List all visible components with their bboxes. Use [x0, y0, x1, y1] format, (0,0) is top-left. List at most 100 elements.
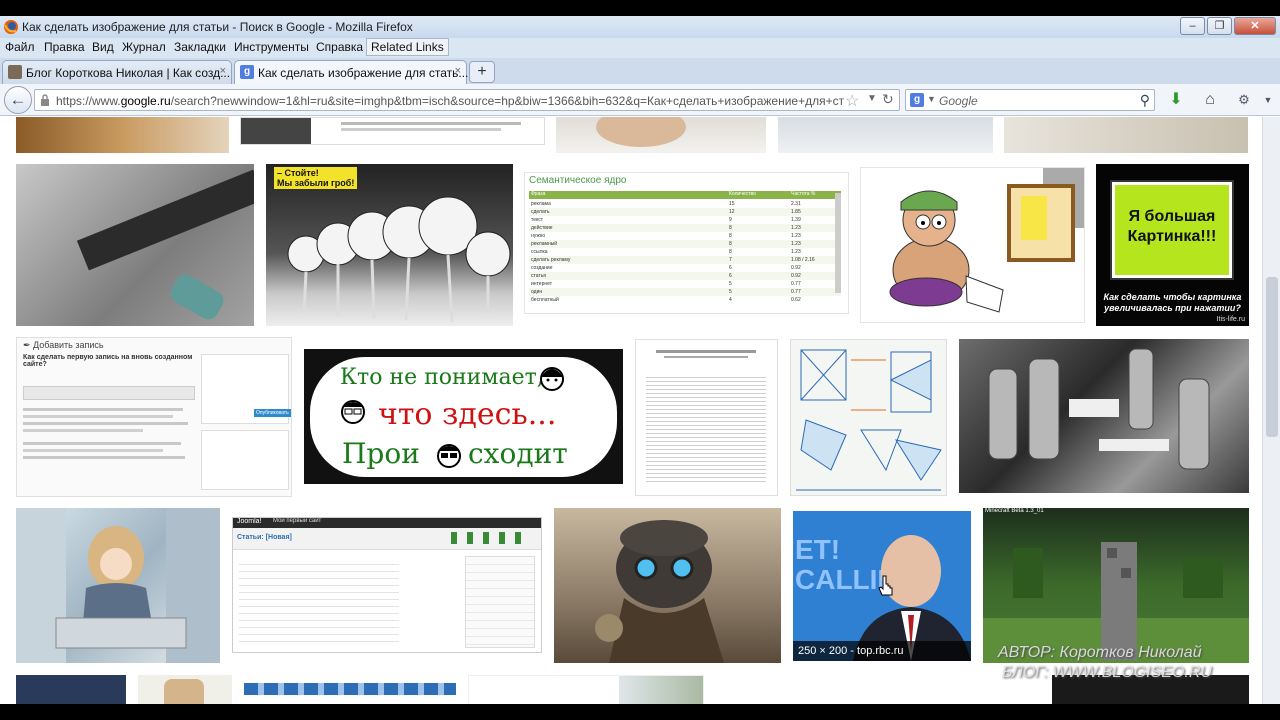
joomla-logo: Joomla! — [237, 518, 262, 525]
image-result-semantic-core[interactable]: Семантическое ядро Фраза Количество Част… — [524, 172, 849, 314]
home-icon[interactable]: ⌂ — [1200, 90, 1220, 110]
image-result-office[interactable] — [1004, 117, 1248, 153]
image-result-hand[interactable] — [556, 117, 766, 153]
text-line — [341, 128, 501, 131]
table-header-cell: Частота % — [791, 191, 816, 197]
minecraft-version: Minecraft Beta 1.3_01 — [985, 508, 1044, 514]
blue-structure — [244, 683, 456, 695]
image-result-minecraft[interactable]: Minecraft Beta 1.3_01 — [983, 508, 1249, 663]
table-cell: один — [531, 289, 543, 295]
image-result-beige[interactable] — [138, 675, 232, 704]
bookmark-star-icon[interactable]: ☆ — [845, 91, 859, 111]
table-row: бесплатный 4 0.62 — [529, 296, 841, 304]
sign-line-3b: сходит — [468, 437, 568, 470]
google-favicon: g — [240, 65, 254, 79]
close-tab-icon[interactable]: × — [220, 65, 226, 77]
text-line — [656, 350, 756, 353]
table-cell: 1.23 — [791, 225, 801, 231]
image-result-building[interactable] — [468, 675, 704, 704]
image-result-sign[interactable]: Кто не понимает, что здесь... Прои сходи… — [304, 349, 623, 484]
image-result-circuit-board[interactable] — [959, 339, 1249, 493]
image-result-kite-drawing[interactable] — [790, 339, 947, 496]
image-result-article-page[interactable] — [635, 339, 778, 496]
image-result-keyboard[interactable] — [778, 117, 993, 153]
image-result-robot-figure[interactable] — [554, 508, 781, 663]
table-cell: 0.92 — [791, 273, 801, 279]
table-header-cell: Фраза — [531, 191, 546, 197]
browser-window: Как сделать изображение для статьи - Пои… — [0, 0, 1280, 720]
url-text: https://www.google.ru/search?newwindow=1… — [56, 94, 844, 108]
table-row: нужно 8 1.23 — [529, 232, 841, 240]
table-row: текст 9 1.39 — [529, 216, 841, 224]
watermark-author: АВТОР: Коротков Николай — [998, 644, 1202, 661]
face-icon — [341, 400, 365, 424]
maximize-button[interactable]: ❐ — [1207, 17, 1232, 35]
table-cell: рекламный — [531, 241, 558, 247]
table-cell: 9 — [729, 217, 732, 223]
table-row: интернет 5 0.77 — [529, 280, 841, 288]
table-cell: создание — [531, 265, 553, 271]
book-spine — [76, 169, 254, 271]
menu-edit[interactable]: Правка — [44, 40, 85, 54]
hand-shape — [596, 117, 686, 147]
joomla-toolbar: Статьи: [Новая] — [233, 528, 541, 550]
menu-view[interactable]: Вид — [92, 40, 114, 54]
table-cell: реклама — [531, 201, 551, 207]
download-icon[interactable]: ⬇ — [1166, 90, 1186, 110]
search-icon[interactable]: ⚲ — [1140, 92, 1150, 109]
watermark: АВТОР: Коротков Николай БЛОГ: WWW.BLOGIS… — [998, 643, 1212, 683]
chevron-down-icon[interactable]: ▼ — [867, 93, 877, 104]
address-bar[interactable]: https://www.google.ru/search?newwindow=1… — [34, 89, 900, 111]
image-result-wordpress-editor[interactable]: ✒ Добавить запись Как сделать первую зап… — [16, 337, 292, 497]
scrollbar-thumb[interactable] — [1266, 277, 1278, 437]
image-result-joomla-admin[interactable]: Joomla! Мой первый сайт Статьи: [Новая] — [232, 517, 542, 653]
close-tab-icon[interactable]: × — [455, 65, 461, 77]
tab-label: Как сделать изображение для стать... — [258, 66, 469, 80]
image-result-usb-device[interactable] — [16, 164, 254, 326]
letterbox-top — [0, 0, 1280, 16]
chevron-down-icon[interactable]: ▼ — [1258, 90, 1278, 110]
table-row: рекламный 8 1.23 — [529, 240, 841, 248]
watermark-blog: БЛОГ: WWW.BLOGISEO.RU — [1002, 664, 1212, 681]
tab-blog[interactable]: Блог Короткова Николая | Как созд... × — [2, 60, 232, 84]
menu-related-links[interactable]: Related Links — [366, 38, 449, 56]
chevron-down-icon[interactable]: ▼ — [927, 94, 936, 104]
sign-line-3a: Прои — [342, 437, 420, 470]
image-result-document-top[interactable] — [240, 117, 545, 145]
image-result-clock-dancers[interactable]: – Стойте! Мы забыли гроб! — [266, 164, 513, 326]
menu-tools[interactable]: Инструменты — [234, 40, 309, 54]
tab-google-search[interactable]: g Как сделать изображение для стать... × — [234, 60, 469, 85]
image-result-desk[interactable] — [16, 117, 229, 153]
new-tab-button[interactable]: + — [469, 61, 495, 83]
addon-icon[interactable]: ⚙ — [1234, 90, 1254, 110]
menu-history[interactable]: Журнал — [122, 40, 166, 54]
back-button[interactable]: ← — [4, 86, 32, 114]
image-result-blue-desk[interactable] — [244, 675, 456, 704]
big-picture-caption: Как сделать чтобы картинка увеличивалась… — [1103, 292, 1242, 313]
table-row: сделать 12 1.85 — [529, 208, 841, 216]
anime-illustration — [16, 508, 220, 663]
table-scrollbar — [835, 193, 841, 293]
image-result-cartoon-man[interactable] — [860, 167, 1085, 323]
menu-bookmarks[interactable]: Закладки — [174, 40, 226, 54]
close-window-button[interactable]: ✕ — [1234, 17, 1276, 35]
joomla-top-bar: Joomla! Мой первый сайт — [233, 518, 541, 528]
search-box[interactable]: g ▼ Google ⚲ — [905, 89, 1155, 111]
building-shape — [619, 676, 703, 704]
menu-file[interactable]: Файл — [5, 40, 35, 54]
minimize-button[interactable]: – — [1180, 17, 1205, 35]
reload-icon[interactable]: ↻ — [882, 91, 894, 108]
picture-frame — [1007, 184, 1075, 262]
table-row: один 5 0.77 — [529, 288, 841, 296]
url-prefix: https://www. — [56, 94, 121, 108]
image-result-dark[interactable] — [16, 675, 126, 704]
wp-publish-button: Опубликовать — [254, 409, 291, 417]
image-result-big-picture[interactable]: Я большая Картинка!!! Как сделать чтобы … — [1096, 164, 1249, 326]
table-cell: сделать — [531, 209, 550, 215]
wp-format-box — [201, 430, 289, 490]
menu-help[interactable]: Справка — [316, 40, 363, 54]
image-result-anime-girl[interactable] — [16, 508, 220, 663]
vertical-scrollbar[interactable] — [1262, 117, 1280, 704]
google-icon[interactable]: g — [910, 93, 924, 107]
table-cell: 8 — [729, 241, 732, 247]
